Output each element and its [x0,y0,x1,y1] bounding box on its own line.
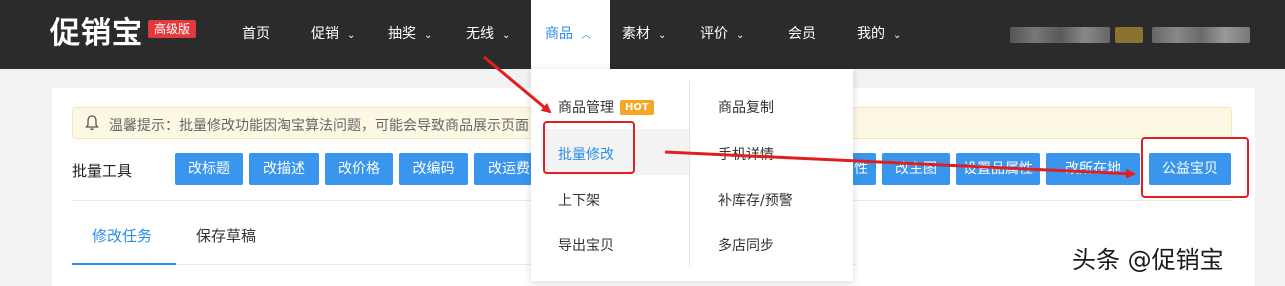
annotation-arrow [664,150,1136,179]
annotation-arrow [483,55,552,114]
watermark: 头条 @促销宝 [1072,246,1224,274]
